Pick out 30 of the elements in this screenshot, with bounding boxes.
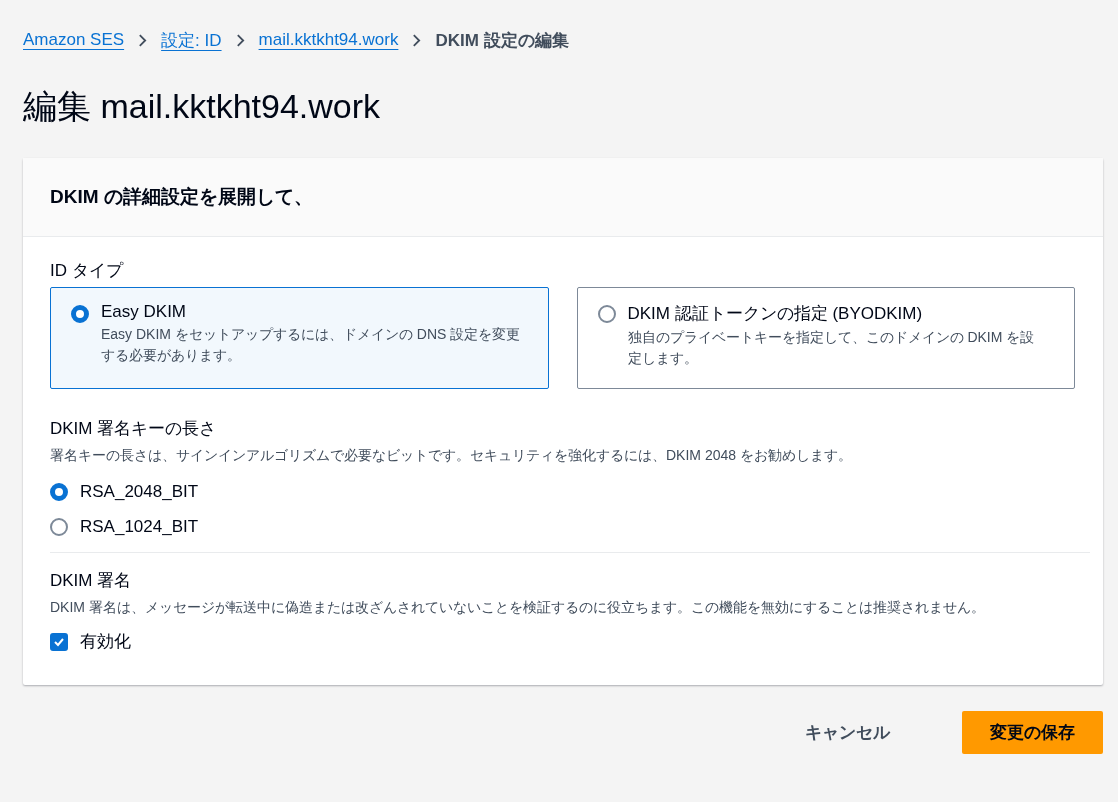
- radio-label: RSA_2048_BIT: [80, 481, 199, 502]
- radio-button[interactable]: [50, 517, 68, 536]
- checkbox-label: 有効化: [80, 631, 131, 653]
- option-tile[interactable]: Easy DKIM Easy DKIM をセットアップするには、ドメインの DNS 設定を変更する必要があります。: [50, 287, 549, 389]
- option-description: 独自のプライベートキーを指定して、このドメインの DKIM を設定します。: [627, 328, 1036, 368]
- field-label: ID タイプ: [50, 260, 125, 282]
- cancel-button[interactable]: キャンセル: [777, 711, 918, 754]
- radio-label: RSA_1024_BIT: [80, 516, 199, 537]
- option-title: Easy DKIM: [101, 302, 188, 322]
- breadcrumb-link[interactable]: 設定: ID: [161, 28, 222, 52]
- option-tile[interactable]: DKIM 認証トークンの指定 (BYODKIM) 独自のプライベートキーを指定して、このドメインの DKIM を設定します。: [576, 287, 1075, 389]
- field-description: 署名キーの長さは、サインインアルゴリズムで必要なビットです。セキュリティを強化するには、DKIM 2048 をお勧めします。: [50, 446, 853, 465]
- chevron-right-icon: [412, 33, 422, 47]
- breadcrumb-current: DKIM 設定の編集: [435, 29, 569, 52]
- radio-button[interactable]: [71, 305, 89, 323]
- option-title: DKIM 認証トークンの指定 (BYODKIM): [627, 303, 924, 325]
- save-button[interactable]: 変更の保存: [962, 711, 1103, 754]
- option-description: Easy DKIM をセットアップするには、ドメインの DNS 設定を変更する必要があります。: [101, 325, 521, 365]
- panel-title: DKIM の詳細設定を展開して、: [50, 185, 314, 209]
- breadcrumb-link[interactable]: mail.kktkht94.work: [258, 30, 399, 50]
- chevron-right-icon: [235, 33, 245, 47]
- checkbox[interactable]: [50, 632, 68, 651]
- breadcrumb-link[interactable]: Amazon SES: [23, 30, 125, 50]
- page-title: 編集 mail.kktkht94.work: [23, 86, 382, 127]
- radio-button[interactable]: [597, 305, 616, 323]
- field-label: DKIM 署名キーの長さ: [50, 418, 218, 440]
- field-description: DKIM 署名は、メッセージが転送中に偽造または改ざんされていないことを検証するのに役立ちます。この機能を無効にすることは推奨されません。: [50, 598, 986, 617]
- radio-button[interactable]: [50, 482, 68, 501]
- field-label: DKIM 署名: [50, 570, 133, 592]
- chevron-right-icon: [138, 33, 148, 47]
